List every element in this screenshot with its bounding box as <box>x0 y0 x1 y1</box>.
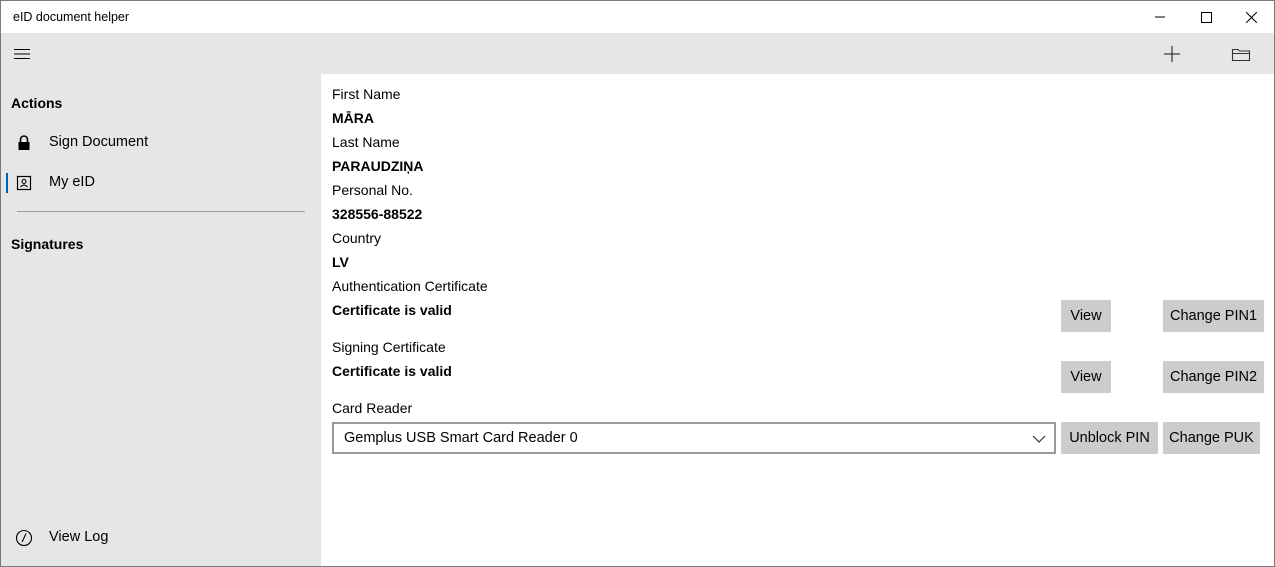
sidebar-item-sign-document[interactable]: Sign Document <box>1 125 321 161</box>
card-reader-selected: Gemplus USB Smart Card Reader 0 <box>344 430 578 446</box>
navigation-pane: Actions Sign Document My eID Signatures … <box>1 74 321 566</box>
open-folder-button[interactable] <box>1217 33 1265 74</box>
auth-cert-label: Authentication Certificate <box>332 278 488 294</box>
country-label: Country <box>332 230 382 246</box>
contact-card-icon <box>15 174 33 192</box>
personal-no-label: Personal No. <box>332 182 413 198</box>
close-button[interactable] <box>1228 1 1274 33</box>
last-name-label: Last Name <box>332 134 400 150</box>
country-value: LV <box>332 254 349 270</box>
change-pin1-button[interactable]: Change PIN1 <box>1163 300 1264 332</box>
chevron-down-icon <box>1032 435 1046 443</box>
menu-button[interactable] <box>1 33 43 74</box>
minimize-icon <box>1155 16 1165 18</box>
title-bar: eID document helper <box>1 1 1274 33</box>
auth-cert-status: Certificate is valid <box>332 302 452 318</box>
sidebar-item-view-log[interactable]: View Log <box>1 520 321 556</box>
folder-icon <box>1231 48 1251 61</box>
command-bar <box>1 33 1274 74</box>
gauge-icon <box>15 529 33 547</box>
lock-icon <box>15 134 33 152</box>
plus-icon <box>1164 45 1180 62</box>
close-icon <box>1245 11 1257 23</box>
sidebar-item-label: Sign Document <box>49 134 149 150</box>
add-button[interactable] <box>1148 33 1196 74</box>
unblock-pin-button[interactable]: Unblock PIN <box>1061 422 1158 454</box>
hamburger-icon <box>14 48 30 59</box>
card-reader-dropdown[interactable]: Gemplus USB Smart Card Reader 0 <box>332 422 1056 454</box>
maximize-icon <box>1200 11 1212 23</box>
maximize-button[interactable] <box>1183 1 1229 33</box>
change-pin2-button[interactable]: Change PIN2 <box>1163 361 1264 393</box>
sign-cert-status: Certificate is valid <box>332 363 452 379</box>
sidebar-item-label: My eID <box>49 174 95 190</box>
eid-details-panel: First Name MĀRA Last Name PARAUDZIŅA Per… <box>321 74 1274 566</box>
minimize-button[interactable] <box>1137 1 1183 33</box>
first-name-label: First Name <box>332 86 401 102</box>
sidebar-item-label: View Log <box>49 529 109 545</box>
first-name-value: MĀRA <box>332 110 374 126</box>
signatures-heading: Signatures <box>11 236 84 252</box>
sign-cert-label: Signing Certificate <box>332 339 446 355</box>
sidebar-item-my-eid[interactable]: My eID <box>1 165 321 201</box>
window-title: eID document helper <box>13 10 130 24</box>
selection-indicator <box>6 173 8 193</box>
change-puk-button[interactable]: Change PUK <box>1163 422 1260 454</box>
actions-heading: Actions <box>11 95 63 111</box>
app-window: eID document helper Actions Sign Documen… <box>0 0 1275 567</box>
card-reader-label: Card Reader <box>332 400 413 416</box>
view-auth-cert-button[interactable]: View <box>1061 300 1111 332</box>
personal-no-value: 328556-88522 <box>332 206 423 222</box>
last-name-value: PARAUDZIŅA <box>332 158 424 174</box>
sidebar-divider <box>17 211 305 212</box>
view-sign-cert-button[interactable]: View <box>1061 361 1111 393</box>
